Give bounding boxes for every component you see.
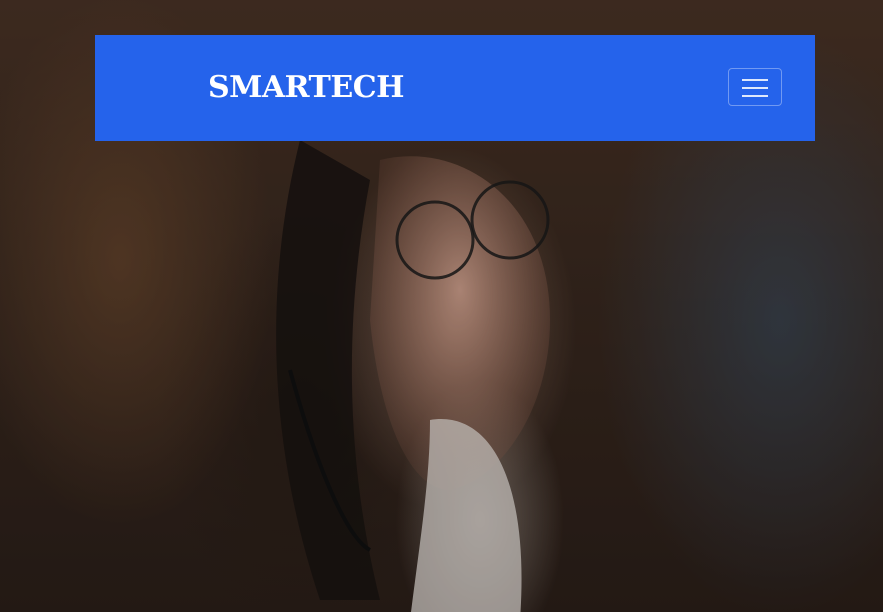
brand-logo[interactable]: SMARTECH — [208, 69, 404, 107]
hamburger-menu-icon — [742, 79, 768, 97]
top-navbar: SMARTECH — [95, 35, 815, 141]
navbar-toggle-button[interactable] — [728, 68, 782, 106]
